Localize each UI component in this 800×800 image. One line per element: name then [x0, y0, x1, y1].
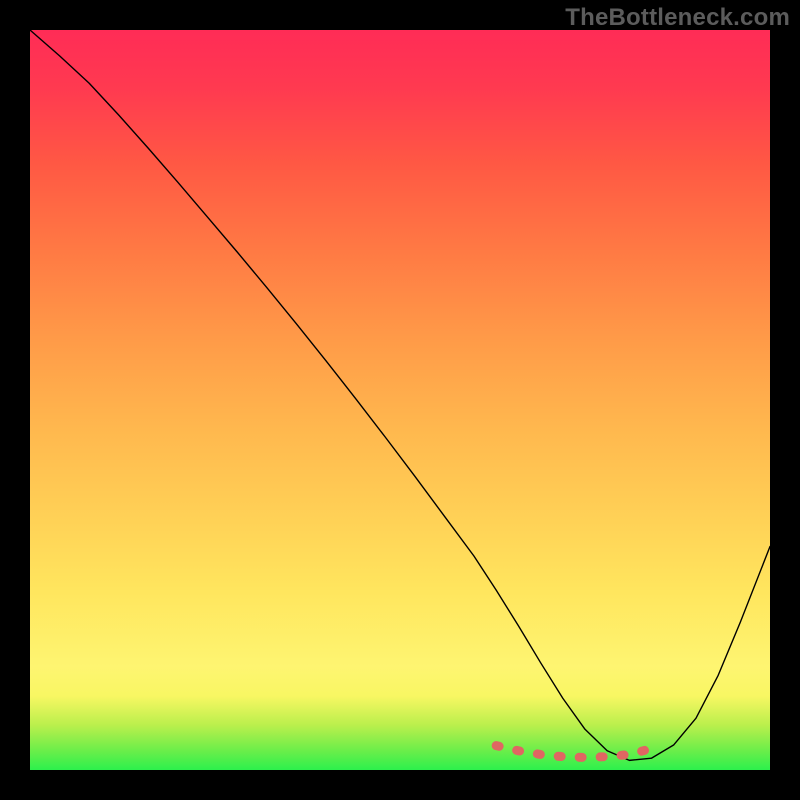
chart-frame: TheBottleneck.com — [0, 0, 800, 800]
optimal-region-marker — [496, 746, 651, 758]
plot-area — [30, 30, 770, 770]
chart-svg — [30, 30, 770, 770]
watermark-text: TheBottleneck.com — [565, 4, 790, 32]
bottleneck-curve — [30, 30, 770, 760]
